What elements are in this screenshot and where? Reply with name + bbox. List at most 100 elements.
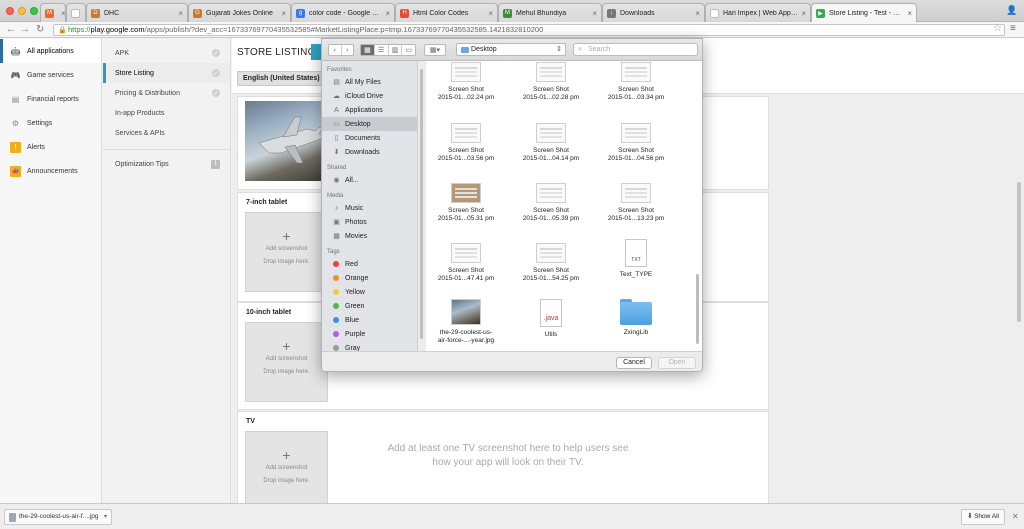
tab-title: Store Listing - Test - Goog (829, 10, 905, 17)
menu-icon[interactable]: ≡ (1010, 23, 1016, 34)
close-tab-icon[interactable]: × (801, 9, 806, 18)
sidebar-tag[interactable]: Red (322, 257, 417, 271)
sidebar-tag[interactable]: Gray (322, 341, 417, 351)
sidebar-item[interactable]: ▯ Documents (322, 131, 417, 145)
tag-color-dot (333, 261, 339, 267)
close-tab-icon[interactable]: × (178, 9, 183, 18)
close-tab-icon[interactable]: × (907, 9, 912, 18)
cover-flow-icon[interactable]: ▭ (402, 45, 415, 55)
browser-tab[interactable]: H Html Color Codes × (395, 3, 498, 22)
sidebar-item[interactable]: A Applications (322, 103, 417, 117)
browser-tab[interactable]: ↓ Downloads × (602, 3, 705, 22)
browser-tab[interactable]: M Mehul Bhundiya × (498, 3, 602, 22)
sidebar-tag[interactable]: Blue (322, 313, 417, 327)
sidebar-tag[interactable]: Purple (322, 327, 417, 341)
app-nav-item[interactable]: 🤖 All applications (0, 39, 101, 63)
sidebar-item[interactable]: ⬇ Downloads (322, 145, 417, 159)
zoom-window-button[interactable] (30, 7, 38, 15)
sidebar-item[interactable]: ▦ Movies (322, 229, 417, 243)
download-item[interactable]: the-29-coolest-us-air-f....jpg ▾ (4, 509, 112, 525)
close-tab-icon[interactable]: × (61, 9, 65, 18)
file-grid-scrollbar[interactable] (696, 274, 699, 344)
close-tab-icon[interactable]: × (488, 9, 493, 18)
file-item[interactable]: TXT Text_TYPE (596, 239, 676, 279)
browser-tab[interactable]: g color code - Google Search× (291, 3, 395, 22)
sidebar-tag[interactable]: Yellow (322, 285, 417, 299)
sub-nav-item[interactable]: Store Listing ✓ (103, 63, 230, 83)
app-nav-item[interactable]: ⚙ Settings (0, 111, 101, 135)
file-item[interactable]: Screen Shot 2015-01...02.28 pm (511, 61, 591, 102)
page-scrollbar[interactable] (1017, 182, 1021, 322)
sidebar-scrollbar[interactable] (420, 69, 423, 339)
sub-nav-item[interactable]: APK ✓ (103, 43, 230, 63)
arrange-icon[interactable]: ▦▾ (425, 45, 445, 55)
file-name-line: Screen Shot (448, 267, 484, 274)
sidebar-item[interactable]: ☁ iCloud Drive (322, 89, 417, 103)
sub-nav-item[interactable]: Services & APIs (103, 123, 230, 143)
icon-view-icon[interactable]: ▦ (361, 45, 375, 55)
browser-tab[interactable]: G Gujarati Jokes Online × (188, 3, 291, 22)
browser-tab[interactable]: Hari Impex | Web Applicatio× (705, 3, 811, 22)
file-item[interactable]: Screen Shot 2015-01...04.56 pm (596, 119, 676, 163)
dialog-search-field[interactable]: ⌕ Search (573, 43, 698, 56)
forward-button[interactable]: → (20, 24, 30, 35)
file-item[interactable]: Screen Shot 2015-01...03.56 pm (426, 119, 506, 163)
column-view-icon[interactable]: ▥ (389, 45, 403, 55)
show-all-downloads-button[interactable]: ⬇ Show All (961, 509, 1005, 525)
address-bar[interactable]: 🔒 https://play.google.com/apps/publish/?… (53, 24, 1005, 36)
file-item[interactable]: Screen Shot 2015-01...13.23 pm (596, 179, 676, 223)
back-button[interactable]: ← (6, 24, 16, 35)
tv-upload-area[interactable]: + Add screenshot Drop image here. (245, 431, 328, 503)
app-nav-item[interactable]: ▤ Financial reports (0, 87, 101, 111)
seven-inch-upload-area[interactable]: + Add screenshot Drop image here. (245, 212, 328, 292)
file-item[interactable]: Screen Shot 2015-01...05.39 pm (511, 179, 591, 223)
bookmark-star-icon[interactable]: ☆ (993, 23, 1002, 34)
minimize-window-button[interactable] (18, 7, 26, 15)
sidebar-tag[interactable]: Orange (322, 271, 417, 285)
phone-screenshot-image[interactable] (245, 101, 328, 181)
sidebar-item[interactable]: ▤ All My Files (322, 75, 417, 89)
dropdown-arrow-icon[interactable]: ▾ (104, 510, 107, 524)
file-item[interactable]: Screen Shot 2015-01...05.31 pm (426, 179, 506, 223)
reload-button[interactable]: ↻ (36, 24, 44, 35)
app-nav-item[interactable]: ! Alerts (0, 135, 101, 159)
close-tab-icon[interactable]: × (695, 9, 700, 18)
file-item[interactable]: ZxingLib (596, 299, 676, 337)
cancel-button[interactable]: Cancel (616, 357, 652, 369)
sidebar-item[interactable]: ◉ All... (322, 173, 417, 187)
file-item[interactable]: .java Utils (511, 299, 591, 339)
sub-nav-item[interactable]: In-app Products (103, 103, 230, 123)
forward-icon[interactable]: › (342, 45, 354, 55)
list-view-icon[interactable]: ☰ (375, 45, 389, 55)
close-window-button[interactable] (6, 7, 14, 15)
browser-tab[interactable]: D DHC × (86, 3, 188, 22)
close-shelf-icon[interactable]: ✕ (1012, 512, 1019, 521)
location-popup[interactable]: Desktop ⇕ (456, 43, 566, 56)
close-tab-icon[interactable]: × (592, 9, 597, 18)
sidebar-item[interactable]: ▣ Photos (322, 215, 417, 229)
sidebar-tag[interactable]: Green (322, 299, 417, 313)
screenshot-thumbnail (451, 123, 481, 143)
file-item[interactable]: Screen Shot 2015-01...03.34 pm (596, 61, 676, 102)
sidebar-item[interactable]: ♪ Music (322, 201, 417, 215)
browser-tab[interactable]: × (66, 3, 86, 22)
language-select[interactable]: English (United States) – (237, 71, 327, 86)
file-item[interactable]: Screen Shot 2015-01...47.41 pm (426, 239, 506, 283)
file-item[interactable]: Screen Shot 2015-01...02.24 pm (426, 61, 506, 102)
ten-inch-upload-area[interactable]: + Add screenshot Drop image here. (245, 322, 328, 402)
back-icon[interactable]: ‹ (329, 45, 342, 55)
file-item[interactable]: the-29-coolest-us-air-force-...-year.jpg (426, 299, 506, 345)
browser-tab[interactable]: ▶ Store Listing - Test - Goog × (811, 3, 917, 23)
optimization-tips[interactable]: Optimization Tips 1 (103, 154, 230, 174)
sidebar-item[interactable]: ▭ Desktop (322, 117, 417, 131)
open-button[interactable]: Open (658, 357, 696, 369)
close-tab-icon[interactable]: × (385, 9, 390, 18)
file-item[interactable]: Screen Shot 2015-01...04.14 pm (511, 119, 591, 163)
sub-nav-item[interactable]: Pricing & Distribution ✓ (103, 83, 230, 103)
browser-tab[interactable]: M × (40, 3, 66, 22)
file-item[interactable]: Screen Shot 2015-01...54.25 pm (511, 239, 591, 283)
person-icon[interactable]: 👤 (1006, 5, 1017, 17)
app-nav-item[interactable]: 📣 Announcements (0, 159, 101, 183)
app-nav-item[interactable]: 🎮 Game services (0, 63, 101, 87)
close-tab-icon[interactable]: × (281, 9, 286, 18)
